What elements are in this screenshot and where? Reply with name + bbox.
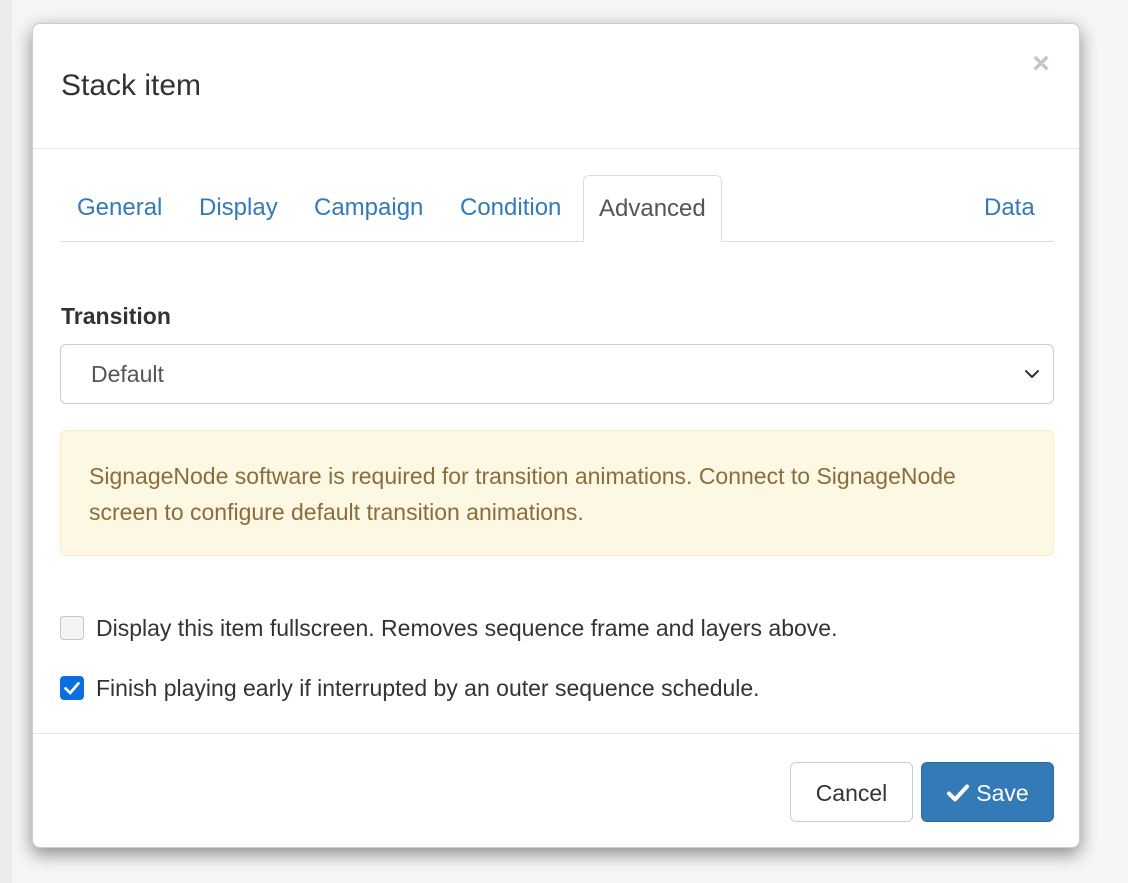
checkmark-icon bbox=[64, 682, 80, 695]
save-button-label: Save bbox=[976, 780, 1029, 806]
page-backdrop bbox=[0, 0, 12, 883]
tab-general[interactable]: General bbox=[77, 175, 162, 241]
tab-advanced[interactable]: Advanced bbox=[583, 175, 722, 242]
transition-label: Transition bbox=[61, 303, 171, 329]
fullscreen-checkbox[interactable] bbox=[60, 616, 84, 640]
cancel-button[interactable]: Cancel bbox=[790, 762, 913, 822]
transition-warning-alert: SignageNode software is required for tra… bbox=[60, 430, 1054, 556]
tab-campaign[interactable]: Campaign bbox=[314, 175, 423, 241]
transition-select[interactable]: Default bbox=[60, 344, 1054, 404]
dialog-body: General Display Campaign Condition Advan… bbox=[60, 175, 1054, 701]
tab-condition[interactable]: Condition bbox=[460, 175, 561, 241]
dialog-header: Stack item × bbox=[33, 24, 1079, 149]
finish-early-checkbox-label[interactable]: Finish playing early if interrupted by a… bbox=[96, 675, 760, 702]
stack-item-dialog: Stack item × General Display Campaign Co… bbox=[32, 23, 1080, 848]
dialog-title: Stack item bbox=[61, 69, 202, 102]
tab-data[interactable]: Data bbox=[984, 175, 1035, 241]
save-button[interactable]: Save bbox=[921, 762, 1054, 822]
transition-select-value: Default bbox=[91, 361, 164, 387]
check-icon bbox=[947, 784, 970, 802]
chevron-down-icon bbox=[1025, 370, 1039, 378]
close-button[interactable]: × bbox=[1029, 49, 1053, 79]
tab-display[interactable]: Display bbox=[199, 175, 278, 241]
finish-early-option: Finish playing early if interrupted by a… bbox=[60, 674, 760, 702]
fullscreen-option: Display this item fullscreen. Removes se… bbox=[60, 614, 837, 642]
tab-bar: General Display Campaign Condition Advan… bbox=[60, 175, 1054, 242]
fullscreen-checkbox-label[interactable]: Display this item fullscreen. Removes se… bbox=[96, 615, 837, 642]
finish-early-checkbox[interactable] bbox=[60, 676, 84, 700]
dialog-footer: Cancel Save bbox=[33, 733, 1079, 848]
